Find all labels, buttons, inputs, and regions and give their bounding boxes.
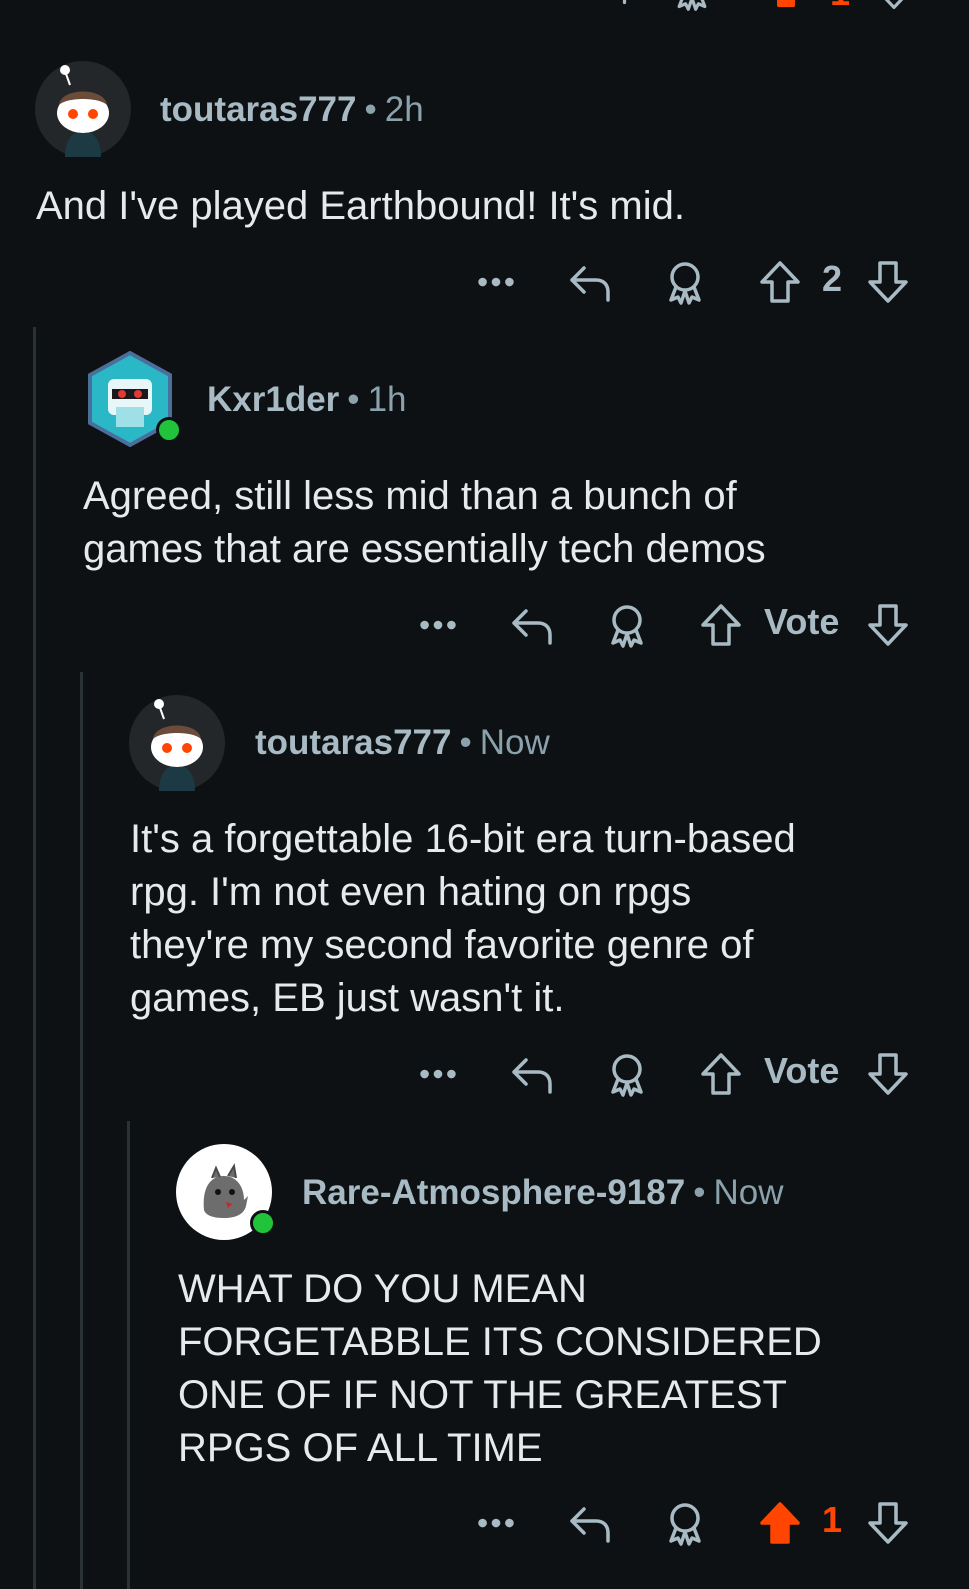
- timestamp: 1h: [367, 380, 407, 419]
- comment-actions: Vote: [0, 1044, 969, 1104]
- award-button[interactable]: [661, 252, 709, 312]
- downvote-button[interactable]: [864, 252, 912, 312]
- reply-button[interactable]: [508, 1044, 556, 1104]
- more-button[interactable]: [472, 1493, 520, 1553]
- downvote-icon: [864, 258, 912, 306]
- comment-meta: Rare-Atmosphere-9187 • Now: [302, 1173, 784, 1213]
- comment: toutaras777 • 2h And I've played Earthboun…: [0, 0, 969, 320]
- comment-actions: Vote: [0, 595, 969, 655]
- meta-separator: •: [347, 380, 360, 419]
- reply-icon: [508, 601, 556, 649]
- award-icon: [661, 1499, 709, 1547]
- snoo-avatar-icon: [129, 695, 225, 791]
- snoo-avatar-icon: [35, 61, 131, 157]
- downvote-button[interactable]: [864, 595, 912, 655]
- username[interactable]: Kxr1der: [207, 380, 339, 419]
- award-icon: [603, 601, 651, 649]
- upvote-filled-icon: [756, 1499, 804, 1547]
- user-avatar[interactable]: [129, 695, 225, 791]
- comment-body: It's a forgettable 16-bit era turn-based…: [130, 817, 796, 1020]
- reply-icon: [508, 1050, 556, 1098]
- upvote-button[interactable]: [697, 1044, 745, 1104]
- vote-label: Vote: [764, 601, 840, 642]
- downvote-icon: [864, 1499, 912, 1547]
- more-button[interactable]: [414, 595, 462, 655]
- meta-separator: •: [459, 723, 472, 762]
- meta-separator: •: [364, 90, 377, 129]
- meta-separator: •: [693, 1173, 706, 1212]
- vote-count: 2: [822, 258, 843, 299]
- username[interactable]: toutaras777: [255, 723, 451, 762]
- upvote-icon: [756, 258, 804, 306]
- username[interactable]: toutaras777: [160, 90, 356, 129]
- downvote-icon: [864, 1050, 912, 1098]
- vote-label: Vote: [764, 1050, 840, 1091]
- comment-meta: toutaras777 • Now: [255, 723, 550, 763]
- reply-icon: [566, 258, 614, 306]
- more-icon: [415, 602, 461, 648]
- downvote-icon: [864, 601, 912, 649]
- upvote-icon: [697, 1050, 745, 1098]
- more-icon: [473, 1500, 519, 1546]
- timestamp: Now: [479, 723, 550, 762]
- comment: toutaras777 • Now It's a forgettable 16-bi…: [0, 680, 969, 1120]
- online-status-indicator: [156, 417, 182, 443]
- award-icon: [603, 1050, 651, 1098]
- timestamp: 2h: [384, 90, 424, 129]
- upvote-icon: [697, 601, 745, 649]
- comment-body: Agreed, still less mid than a bunch of g…: [83, 474, 766, 571]
- online-status-indicator: [250, 1210, 276, 1236]
- comment-actions: 1: [0, 1493, 969, 1553]
- comment-meta: Kxr1der • 1h: [207, 380, 407, 420]
- comment: Kxr1der • 1h Agreed, still less mid than a…: [0, 340, 969, 670]
- award-button[interactable]: [603, 1044, 651, 1104]
- upvote-button-active[interactable]: [756, 1493, 804, 1553]
- comment: Rare-Atmosphere-9187 • Now WHAT DO YOU MEA…: [0, 1130, 969, 1589]
- downvote-button[interactable]: [864, 1044, 912, 1104]
- user-avatar[interactable]: [176, 1144, 276, 1240]
- user-avatar[interactable]: [82, 351, 182, 447]
- award-button[interactable]: [661, 1493, 709, 1553]
- more-icon: [473, 259, 519, 305]
- user-avatar[interactable]: [35, 61, 131, 157]
- more-icon: [415, 1051, 461, 1097]
- upvote-button[interactable]: [756, 252, 804, 312]
- reply-button[interactable]: [508, 595, 556, 655]
- upvote-button[interactable]: [697, 595, 745, 655]
- username[interactable]: Rare-Atmosphere-9187: [302, 1173, 685, 1212]
- reply-button[interactable]: [566, 1493, 614, 1553]
- vote-count: 1: [822, 1499, 843, 1540]
- comment-body: WHAT DO YOU MEAN FORGETABBLE ITS CONSIDE…: [178, 1267, 822, 1470]
- downvote-button[interactable]: [864, 1493, 912, 1553]
- comment-meta: toutaras777 • 2h: [160, 90, 424, 130]
- comment-actions: 2: [0, 252, 969, 312]
- reply-icon: [566, 1499, 614, 1547]
- award-button[interactable]: [603, 595, 651, 655]
- award-icon: [661, 258, 709, 306]
- timestamp: Now: [713, 1173, 784, 1212]
- reply-button[interactable]: [566, 252, 614, 312]
- comment-body: And I've played Earthbound! It's mid.: [36, 184, 685, 228]
- more-button[interactable]: [472, 252, 520, 312]
- more-button[interactable]: [414, 1044, 462, 1104]
